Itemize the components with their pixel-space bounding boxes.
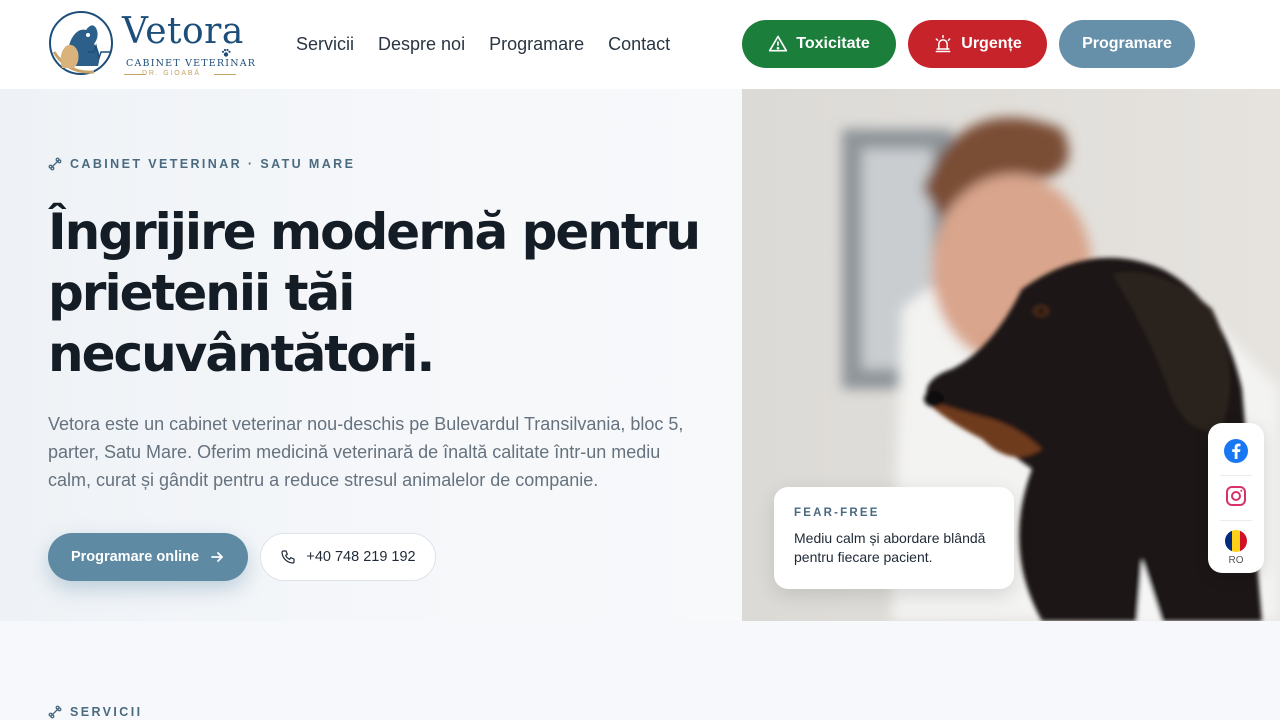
- brand-doctor: DR. GIOABĂ: [142, 70, 201, 77]
- toxicity-label: Toxicitate: [796, 35, 870, 52]
- phone-icon: [281, 550, 295, 564]
- emergency-label: Urgențe: [961, 35, 1022, 52]
- nav-item-programare[interactable]: Programare: [489, 34, 584, 55]
- bone-icon: [48, 157, 62, 171]
- emergency-button[interactable]: Urgențe: [908, 20, 1047, 68]
- nav-item-servicii[interactable]: Servicii: [296, 34, 354, 55]
- social-widget: RO: [1208, 423, 1264, 573]
- divider: [1220, 520, 1252, 521]
- paw-icon: [221, 48, 231, 57]
- hero-eyebrow: CABINET VETERINAR · SATU MARE: [48, 157, 355, 171]
- site-header: Vetora CABINET VETERINAR DR. GIOABĂ Serv…: [0, 0, 1280, 89]
- instagram-icon[interactable]: [1224, 484, 1248, 508]
- main-nav: Servicii Despre noi Programare Contact: [296, 34, 670, 55]
- fear-free-card: FEAR-FREE Mediu calm și abordare blândă …: [774, 487, 1014, 589]
- phone-button[interactable]: +40 748 219 192: [260, 533, 436, 581]
- bone-icon: [48, 705, 62, 719]
- logo[interactable]: Vetora CABINET VETERINAR DR. GIOABĂ: [48, 8, 255, 80]
- services-eyebrow-text: SERVICII: [70, 705, 143, 719]
- warning-triangle-icon: [769, 35, 788, 52]
- brand-name: Vetora: [122, 11, 244, 52]
- toxicity-button[interactable]: Toxicitate: [742, 20, 896, 68]
- logo-mark-icon: [49, 11, 113, 75]
- divider: [1220, 475, 1252, 476]
- services-section: [0, 621, 1280, 720]
- nav-item-contact[interactable]: Contact: [608, 34, 670, 55]
- arrow-right-icon: [211, 552, 223, 562]
- nav-item-despre-noi[interactable]: Despre noi: [378, 34, 465, 55]
- hero-eyebrow-text: CABINET VETERINAR · SATU MARE: [70, 157, 356, 171]
- online-booking-label: Programare online: [70, 549, 200, 565]
- phone-number: +40 748 219 192: [306, 549, 416, 565]
- fear-free-text: Mediu calm și abordare blândă pentru fie…: [794, 530, 986, 565]
- booking-label: Programare: [1082, 35, 1172, 52]
- logo-divider: [214, 74, 236, 75]
- services-eyebrow: SERVICII: [48, 705, 142, 719]
- siren-icon: [935, 34, 951, 53]
- online-booking-button[interactable]: Programare online: [48, 533, 248, 581]
- hero-lead: Vetora este un cabinet veterinar nou-des…: [48, 414, 684, 490]
- hero-headline: Îngrijire modernă pentru prietenii tăi n…: [48, 203, 701, 383]
- fear-free-title: FEAR-FREE: [794, 507, 880, 519]
- romania-flag-icon[interactable]: [1224, 529, 1248, 553]
- brand-subtitle: CABINET VETERINAR: [126, 58, 257, 69]
- facebook-icon[interactable]: [1224, 439, 1248, 463]
- language-label[interactable]: RO: [1208, 555, 1264, 566]
- booking-button[interactable]: Programare: [1059, 20, 1195, 68]
